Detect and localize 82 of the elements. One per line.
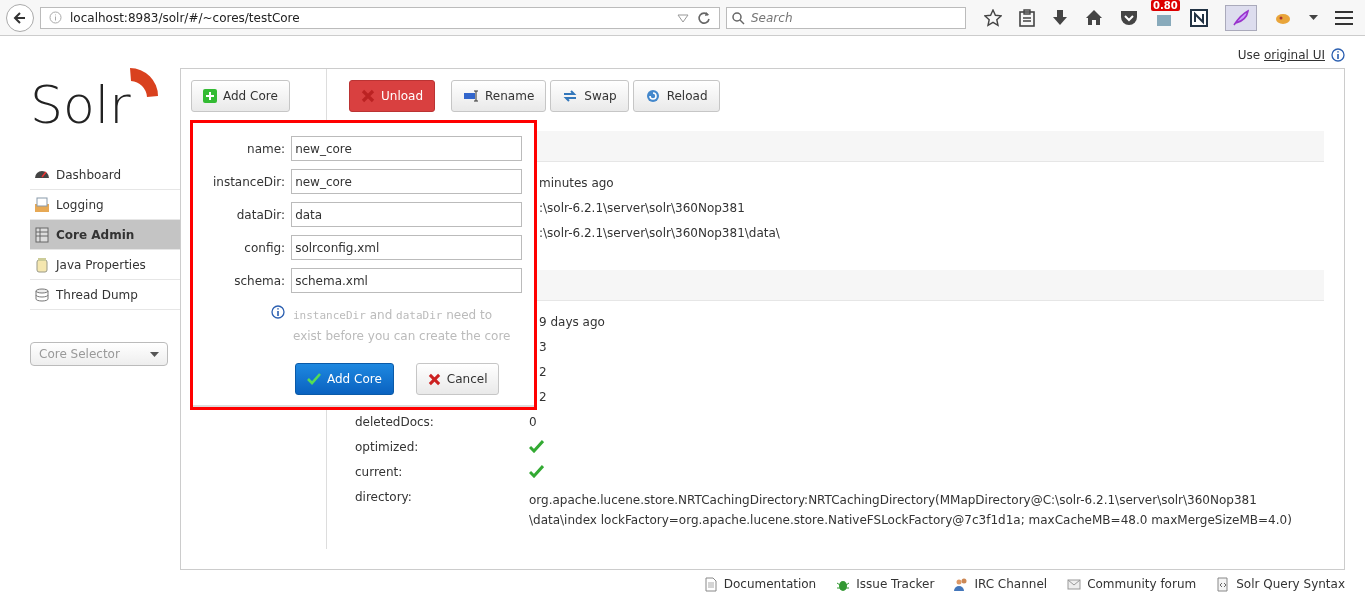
footer-link[interactable]: IRC Channel: [954, 576, 1048, 592]
ui-switch-note: Use original UI: [1237, 48, 1325, 62]
search-icon: [732, 11, 745, 25]
star-icon[interactable]: [984, 8, 1002, 27]
cross-icon: [427, 372, 441, 386]
reload-icon: [644, 89, 661, 103]
field-value: :\solr-6.2.1\server\solr\360Nop381\data\: [538, 226, 780, 240]
log-icon: [34, 196, 50, 213]
back-arrow-icon: [13, 10, 27, 25]
original-ui-link[interactable]: original UI: [1264, 48, 1325, 62]
input-field[interactable]: new_core: [291, 136, 522, 161]
gauge-icon: [34, 170, 50, 179]
field-label: current:: [355, 465, 403, 479]
home-icon[interactable]: [1085, 9, 1103, 26]
field-value: \data\index lockFactory=org.apache.lucene.store.NativeFSLockFactory@7c3f1d1a; maxCacheMB=48.0 maxMergeSizeMB=4.0): [529, 512, 1292, 529]
field-label: deletedDocs:: [355, 415, 434, 429]
action-button[interactable]: Rename: [451, 80, 547, 112]
action-button[interactable]: Reload: [632, 80, 720, 112]
rename-icon: [463, 89, 480, 103]
field-label: name:: [246, 141, 287, 156]
unload-button[interactable]: Unload: [349, 80, 436, 112]
sidebar-item[interactable]: Core Admin: [30, 220, 180, 250]
field-value: :\solr-6.2.1\server\solr\360Nop381: [538, 201, 745, 215]
field-value: 0: [529, 415, 537, 429]
field-label: config:: [243, 240, 287, 255]
input-field[interactable]: data: [291, 202, 522, 227]
caret-icon[interactable]: [1309, 15, 1318, 20]
document-icon: [703, 576, 718, 592]
plus-icon: [203, 89, 217, 103]
action-button[interactable]: Swap: [550, 80, 629, 112]
download-icon[interactable]: [1052, 8, 1068, 27]
cancel-button[interactable]: Cancel: [415, 363, 500, 395]
field-value: 2: [538, 365, 547, 379]
sidebar-item[interactable]: Thread Dump: [30, 280, 180, 310]
field-label: dataDir:: [235, 207, 287, 222]
add-core-submit-button[interactable]: Add Core: [295, 363, 394, 395]
field-value: org.apache.lucene.store.NRTCachingDirectory:NRTCachingDirectory(MMapDirectory@C:\solr-6.2.1\server\solr\360Nop381: [529, 492, 1258, 509]
people-icon: [954, 576, 969, 592]
info-icon: [1331, 48, 1345, 62]
hint-text: instanceDir and dataDir need to exist before you can create the core: [293, 307, 512, 345]
field-label: instanceDir:: [211, 174, 287, 189]
input-field[interactable]: new_core: [291, 169, 522, 194]
envelope-icon: [1067, 576, 1082, 592]
field-value: 9 days ago: [538, 315, 605, 329]
footer-link[interactable]: Community forum: [1067, 576, 1197, 592]
field-value: 2: [538, 390, 547, 404]
back-button[interactable]: [6, 3, 34, 32]
field-value: minutes ago: [538, 176, 614, 190]
logo-text[interactable]: Solr: [30, 74, 131, 136]
clipboard-icon[interactable]: [1019, 8, 1035, 27]
n-icon[interactable]: [1190, 8, 1208, 27]
field-label: schema:: [233, 273, 287, 288]
stack-icon: [34, 286, 50, 303]
info-icon: [49, 11, 62, 24]
dropdown-icon[interactable]: [677, 12, 689, 23]
count-badge: 0.80: [1151, 0, 1180, 11]
field-label: directory:: [355, 490, 412, 504]
footer-link[interactable]: Solr Query Syntax: [1216, 576, 1345, 592]
table-icon: [34, 226, 50, 243]
field-value: 3: [538, 340, 547, 354]
add-core-button[interactable]: Add Core: [191, 80, 290, 112]
jar-icon: [34, 256, 50, 273]
script-icon: [1216, 576, 1231, 592]
address-bar[interactable]: localhost:8983/solr/#/~cores/testCore: [40, 6, 720, 29]
checkmark-icon: [307, 373, 321, 385]
sidebar-item[interactable]: Dashboard: [30, 160, 180, 190]
cross-icon: [361, 89, 375, 103]
input-field[interactable]: solrconfig.xml: [291, 235, 522, 260]
menu-icon[interactable]: [1335, 10, 1353, 25]
field-label: optimized:: [355, 440, 419, 454]
input-field[interactable]: schema.xml: [291, 268, 522, 293]
info-icon: [271, 305, 285, 319]
url-text: localhost:8983/solr/#/~cores/testCore: [70, 10, 301, 25]
footer-link[interactable]: Issue Tracker: [836, 576, 935, 592]
swap-icon: [562, 89, 579, 103]
feather-icon[interactable]: [1225, 4, 1257, 31]
reload-icon[interactable]: [697, 10, 711, 25]
caret-icon: [150, 351, 159, 357]
search-field[interactable]: Search: [726, 6, 966, 29]
sidebar-item[interactable]: Java Properties: [30, 250, 180, 280]
pocket-icon[interactable]: [1120, 9, 1138, 26]
footer-link[interactable]: Documentation: [703, 576, 817, 592]
